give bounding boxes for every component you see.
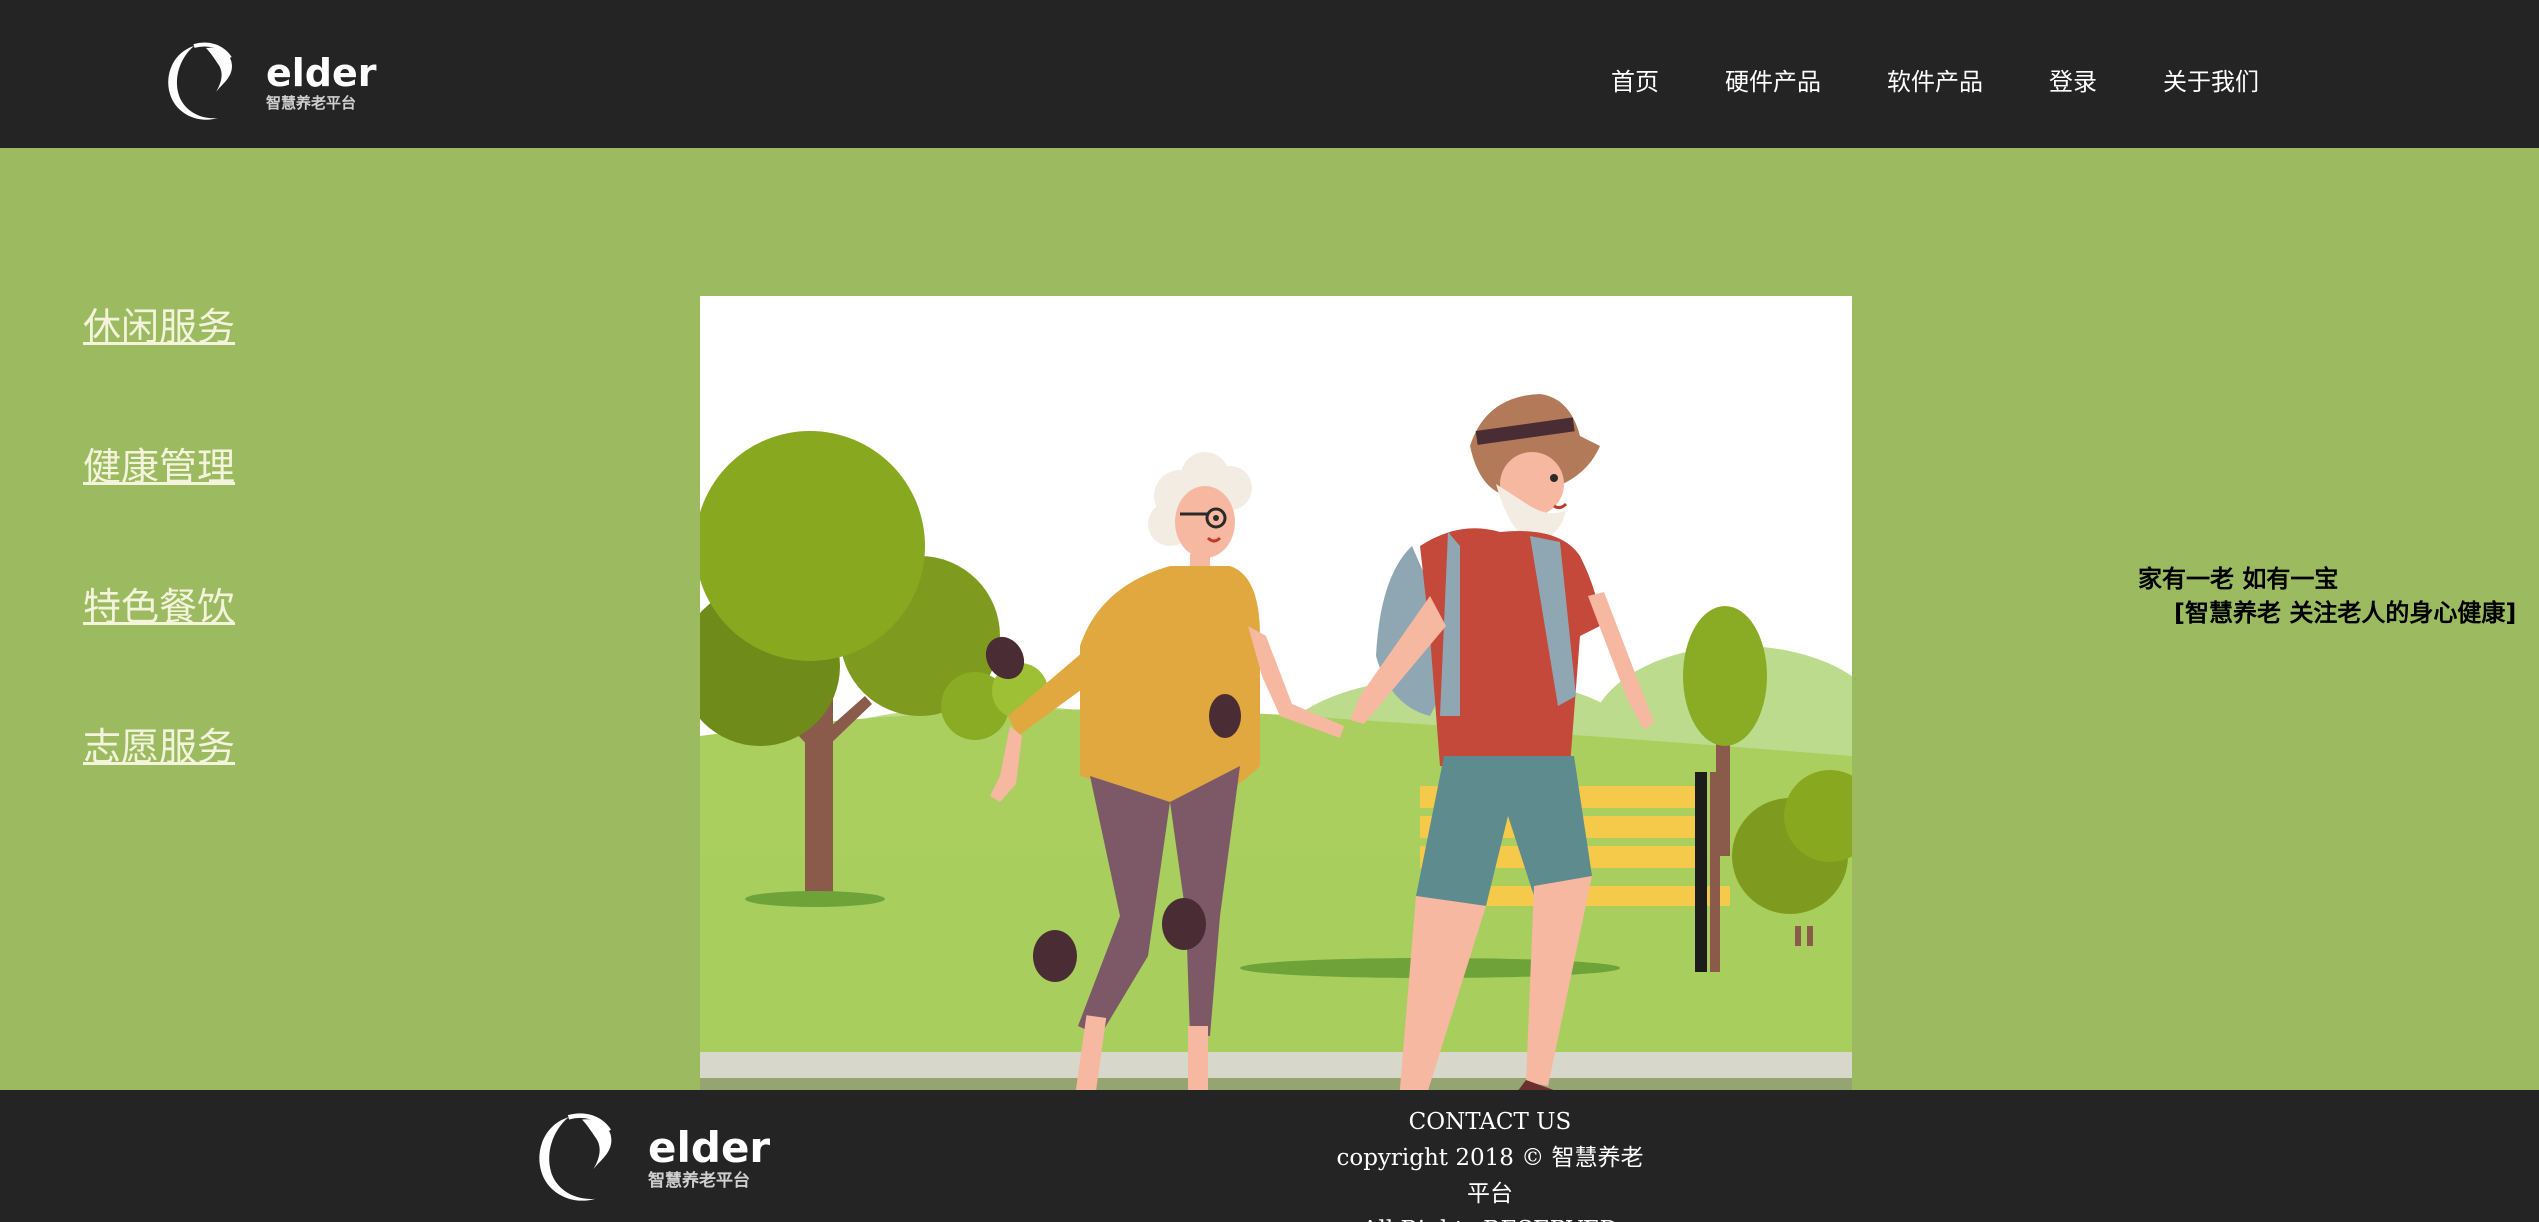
nav-software[interactable]: 软件产品: [1887, 62, 1983, 97]
footer-rights: All Rights RESERVED: [1330, 1212, 1650, 1222]
side-menu-dining[interactable]: 特色餐饮: [83, 576, 235, 716]
hero-scene-image: [700, 296, 1852, 1222]
main-content: 休闲服务 健康管理 特色餐饮 志愿服务 家有一老 如有一宝 [智慧养老 关注老人…: [0, 148, 2539, 1222]
hero-illustration: [700, 296, 1852, 1222]
nav-about[interactable]: 关于我们: [2163, 62, 2259, 97]
site-header: elder 智慧养老平台 首页 硬件产品 软件产品 登录 关于我们: [0, 0, 2539, 148]
footer-logo-word: elder: [648, 1122, 771, 1172]
logo-mark-icon: [539, 1113, 612, 1201]
nav-login[interactable]: 登录: [2049, 62, 2097, 97]
logo-mark-icon: [168, 42, 232, 120]
footer-copyright: copyright 2018 © 智慧养老平台: [1336, 1145, 1644, 1207]
tagline-line2: [智慧养老 关注老人的身心健康]: [2174, 599, 2517, 627]
side-menu-health[interactable]: 健康管理: [83, 436, 235, 576]
nav-hardware[interactable]: 硬件产品: [1725, 62, 1821, 97]
main-nav: 首页 硬件产品 软件产品 登录 关于我们: [1545, 62, 2259, 97]
tagline-line1: 家有一老 如有一宝: [2138, 565, 2339, 593]
footer-logo-subtitle: 智慧养老平台: [648, 1170, 750, 1191]
nav-home[interactable]: 首页: [1611, 62, 1659, 97]
logo-text: elder 智慧养老平台: [266, 54, 377, 111]
tagline: 家有一老 如有一宝 [智慧养老 关注老人的身心健康]: [2138, 562, 2516, 630]
site-footer: elder 智慧养老平台 CONTACT US copyright 2018 ©…: [0, 1090, 2539, 1222]
logo-subtitle: 智慧养老平台: [266, 93, 357, 112]
footer-info: CONTACT US copyright 2018 © 智慧养老平台 All R…: [1330, 1104, 1650, 1222]
side-menu: 休闲服务 健康管理 特色餐饮 志愿服务: [83, 296, 235, 856]
header-logo[interactable]: elder 智慧养老平台: [160, 38, 377, 126]
side-menu-volunteer[interactable]: 志愿服务: [83, 716, 235, 856]
footer-logo-text: elder 智慧养老平台: [648, 1122, 771, 1191]
logo-word: elder: [266, 50, 377, 95]
footer-logo[interactable]: elder 智慧养老平台: [530, 1108, 770, 1208]
footer-contact-link[interactable]: CONTACT US: [1330, 1104, 1650, 1140]
side-menu-leisure[interactable]: 休闲服务: [83, 296, 235, 436]
